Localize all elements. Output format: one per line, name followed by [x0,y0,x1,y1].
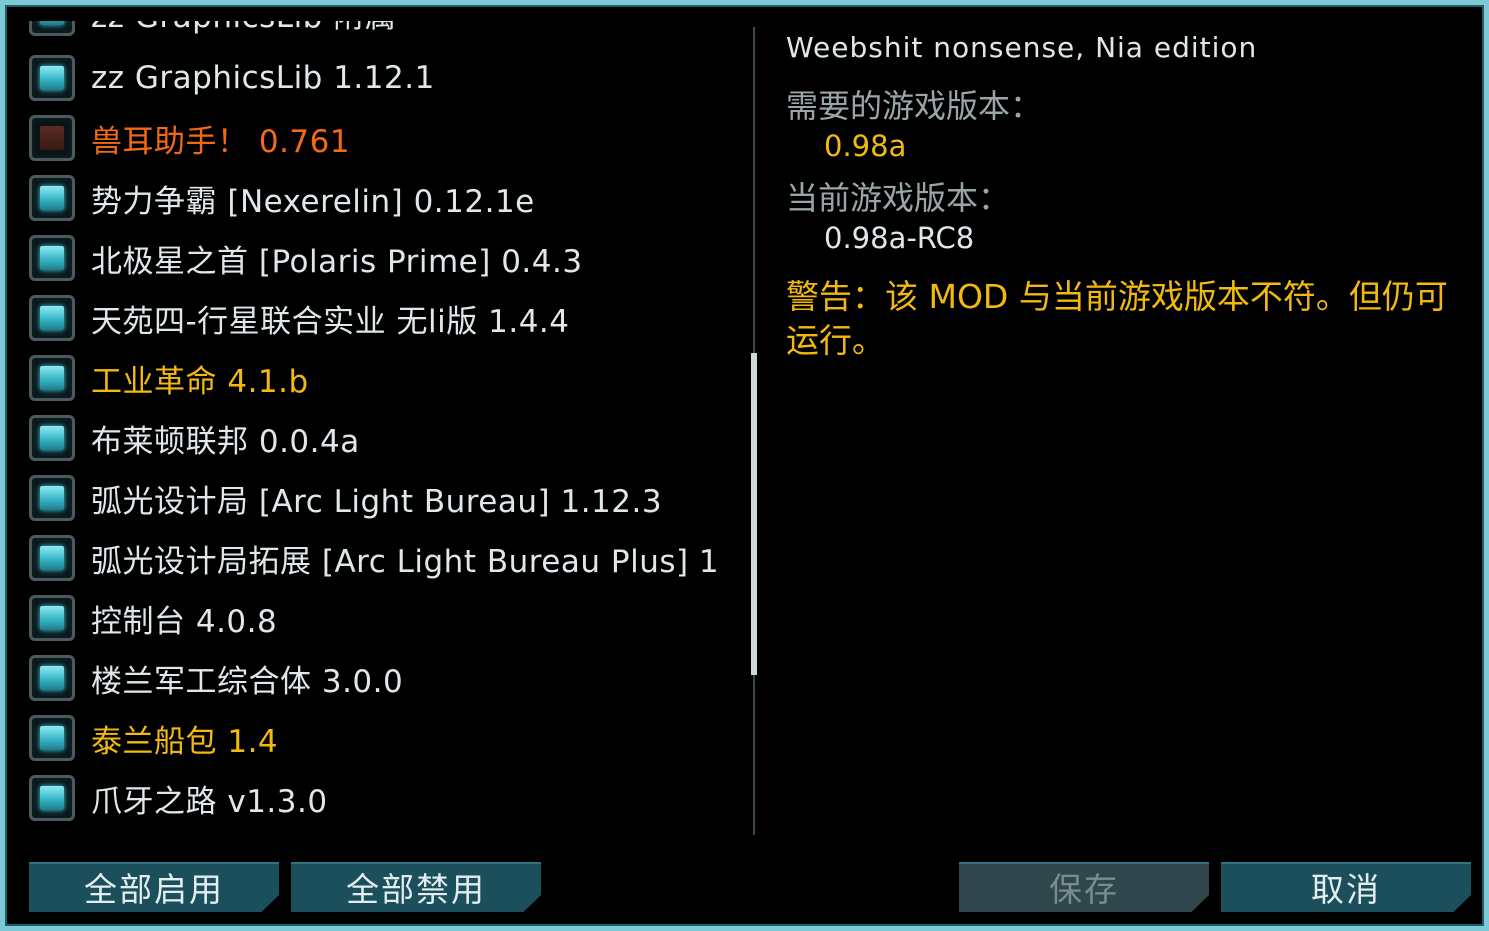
mod-name: 天苑四-行星联合实业 无li版 1.4.4 [91,303,570,340]
cancel-button[interactable]: 取消 [1221,862,1471,912]
mod-name: 北极星之首 [Polaris Prime] 0.4.3 [91,243,583,280]
list-item[interactable]: 楼兰军工综合体 3.0.0 [25,648,751,708]
mod-title: Weebshit nonsense, Nia edition [786,31,1258,64]
mod-name: 控制台 4.0.8 [91,603,278,640]
list-item[interactable]: 控制台 4.0.8 [25,588,751,648]
mod-name: zz GraphicsLib 1.12.1 [91,60,435,96]
mod-checkbox[interactable] [29,355,75,401]
mod-checkbox[interactable] [29,715,75,761]
enable-all-button[interactable]: 全部启用 [29,862,279,912]
list-item[interactable]: 爪牙之路 v1.3.0 [25,768,751,828]
scrollbar-thumb[interactable] [751,353,757,675]
list-item[interactable]: 弧光设计局拓展 [Arc Light Bureau Plus] 1 [25,528,751,588]
mod-name: 泰兰船包 1.4 [91,723,279,760]
mod-checkbox[interactable] [29,415,75,461]
required-version-label: 需要的游戏版本： [786,87,1043,125]
list-item[interactable]: 工业革命 4.1.b [25,348,751,408]
list-bottom-edge [25,830,751,838]
list-item[interactable]: 弧光设计局 [Arc Light Bureau] 1.12.3 [25,468,751,528]
mod-checkbox[interactable] [29,775,75,821]
mod-checkbox[interactable] [29,175,75,221]
mod-name: 布莱顿联邦 0.0.4a [91,423,360,460]
mod-name: 弧光设计局拓展 [Arc Light Bureau Plus] 1 [91,543,720,580]
mod-name: 兽耳助手！ 0.761 [91,123,351,160]
disable-all-button[interactable]: 全部禁用 [291,862,541,912]
save-button[interactable]: 保存 [959,862,1209,912]
required-version-value: 0.98a [824,129,907,163]
mod-checkbox[interactable] [29,655,75,701]
current-version-label: 当前游戏版本： [786,179,1011,217]
list-item[interactable]: 兽耳助手！ 0.761 [25,108,751,168]
mod-checkbox[interactable] [29,21,75,36]
list-item[interactable]: 布莱顿联邦 0.0.4a [25,408,751,468]
list-item[interactable]: zz GraphicsLib 1.12.1 [25,48,751,108]
mod-checkbox[interactable] [29,475,75,521]
list-item[interactable]: 天苑四-行星联合实业 无li版 1.4.4 [25,288,751,348]
list-item[interactable]: 势力争霸 [Nexerelin] 0.12.1e [25,168,751,228]
mod-manager-dialog: zz GraphicsLib 附属 zz GraphicsLib 1.12.1 兽… [0,0,1489,931]
mod-checkbox[interactable] [29,295,75,341]
current-version-value: 0.98a-RC8 [824,221,975,255]
mod-name: 势力争霸 [Nexerelin] 0.12.1e [91,183,535,220]
mod-name: 工业革命 4.1.b [91,363,309,400]
mod-name: 楼兰军工综合体 3.0.0 [91,663,404,700]
mod-checkbox[interactable] [29,55,75,101]
mod-checkbox[interactable] [29,535,75,581]
list-item[interactable]: 北极星之首 [Polaris Prime] 0.4.3 [25,228,751,288]
mod-name: zz GraphicsLib 附属 [91,21,396,36]
mod-list[interactable]: zz GraphicsLib 附属 zz GraphicsLib 1.12.1 兽… [25,21,751,837]
mod-checkbox[interactable] [29,235,75,281]
mod-checkbox[interactable] [29,115,75,161]
mod-detail-panel: Weebshit nonsense, Nia edition 需要的游戏版本： … [786,31,1466,363]
list-item[interactable]: 泰兰船包 1.4 [25,708,751,768]
list-item-partial[interactable]: zz GraphicsLib 附属 [25,21,751,43]
mod-name: 爪牙之路 v1.3.0 [91,783,328,820]
mod-checkbox[interactable] [29,595,75,641]
version-warning: 警告：该 MOD 与当前游戏版本不符。但仍可运行。 [786,277,1448,360]
mod-name: 弧光设计局 [Arc Light Bureau] 1.12.3 [91,483,663,520]
